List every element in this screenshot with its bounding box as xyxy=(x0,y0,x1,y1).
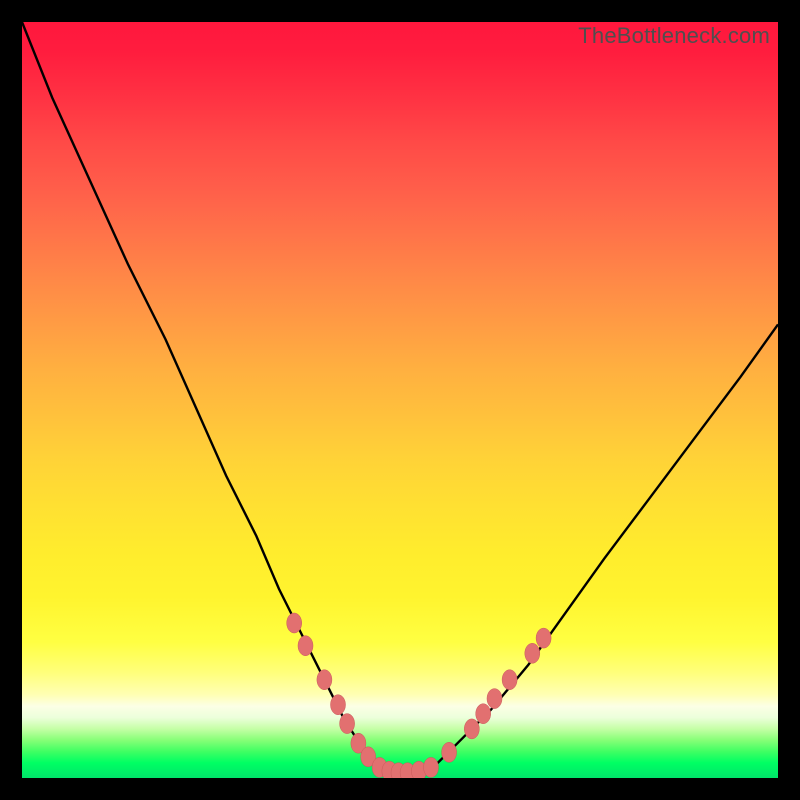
highlight-dot xyxy=(487,689,502,709)
outer-frame: TheBottleneck.com xyxy=(0,0,800,800)
plot-area: TheBottleneck.com xyxy=(22,22,778,778)
curve-layer xyxy=(22,22,778,778)
highlight-dot xyxy=(525,643,540,663)
highlight-dot xyxy=(331,695,346,715)
highlight-dot xyxy=(340,714,355,734)
highlight-dot xyxy=(476,704,491,724)
highlight-dot xyxy=(464,719,479,739)
watermark-text: TheBottleneck.com xyxy=(578,23,770,49)
bottleneck-curve-path xyxy=(22,22,778,774)
highlight-dot xyxy=(287,613,302,633)
highlight-dot xyxy=(502,670,517,690)
highlight-dot xyxy=(536,628,551,648)
highlight-dot xyxy=(442,742,457,762)
highlight-dot xyxy=(424,757,439,777)
highlight-dot xyxy=(317,670,332,690)
highlight-dots-group xyxy=(287,613,551,778)
highlight-dot xyxy=(298,636,313,656)
